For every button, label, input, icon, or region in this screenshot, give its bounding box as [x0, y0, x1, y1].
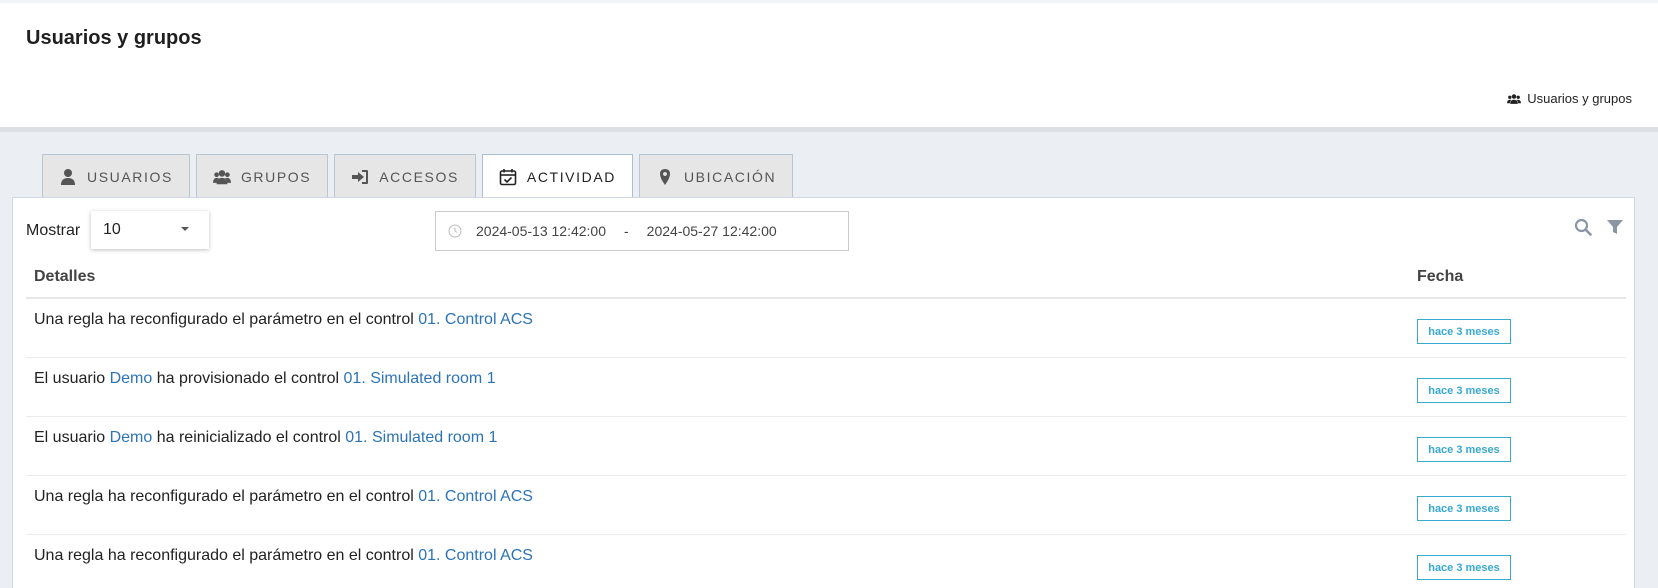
table-tools: [1574, 218, 1624, 236]
table-row: Una regla ha reconfigurado el parámetro …: [26, 535, 1626, 588]
detail-text: Una regla ha reconfigurado el parámetro …: [34, 311, 419, 328]
tab-label: GRUPOS: [240, 168, 312, 185]
tab-label: USUARIOS: [87, 168, 173, 185]
date-badge: hace 3 meses: [1417, 437, 1511, 462]
breadcrumb-label: Usuarios y grupos: [1527, 91, 1632, 106]
activity-panel: Mostrar 10 2024-05-13 12:42:00 - 2024-05…: [12, 197, 1635, 588]
detail-text: ha reinicializado el control: [152, 429, 346, 446]
date-badge: hace 3 meses: [1417, 555, 1511, 580]
tab-label: ACTIVIDAD: [526, 168, 616, 185]
search-icon[interactable]: [1574, 218, 1592, 236]
tab-label: UBICACIÓN: [683, 168, 777, 185]
page-size-select[interactable]: 10: [91, 211, 209, 249]
users-icon: [212, 169, 231, 184]
tab-grupos[interactable]: GRUPOS: [195, 154, 329, 198]
user-link[interactable]: Demo: [110, 429, 153, 446]
table-row: Una regla ha reconfigurado el parámetro …: [26, 299, 1626, 358]
user-icon: [61, 168, 75, 185]
tab-accesos[interactable]: ACCESOS: [334, 154, 476, 198]
row-details: Una regla ha reconfigurado el parámetro …: [34, 488, 533, 506]
tab-actividad[interactable]: ACTIVIDAD: [481, 154, 633, 199]
detail-text: Una regla ha reconfigurado el parámetro …: [34, 488, 419, 505]
row-details: Una regla ha reconfigurado el parámetro …: [34, 311, 533, 329]
date-badge: hace 3 meses: [1417, 378, 1511, 403]
tab-label: ACCESOS: [379, 168, 459, 185]
row-details: Una regla ha reconfigurado el parámetro …: [34, 547, 533, 565]
page-header: Usuarios y grupos Usuarios y grupos: [0, 0, 1658, 132]
control-link[interactable]: 01. Control ACS: [418, 488, 533, 505]
date-badge: hace 3 meses: [1417, 319, 1511, 344]
date-to: 2024-05-27 12:42:00: [646, 223, 777, 239]
detail-text: El usuario: [34, 370, 110, 387]
show-label: Mostrar: [26, 222, 81, 239]
page-size-value: 10: [103, 221, 121, 238]
row-details: El usuario Demo ha provisionado el contr…: [34, 370, 496, 388]
column-header-date[interactable]: Fecha: [1417, 268, 1463, 286]
page-title: Usuarios y grupos: [26, 27, 202, 49]
map-marker-icon: [659, 168, 670, 185]
breadcrumb[interactable]: Usuarios y grupos: [1507, 91, 1632, 106]
row-details: El usuario Demo ha reinicializado el con…: [34, 429, 497, 447]
table-body: Una regla ha reconfigurado el parámetro …: [26, 299, 1626, 588]
caret-down-icon: [181, 227, 189, 231]
user-link[interactable]: Demo: [110, 370, 153, 387]
calendar-check-icon: [499, 168, 517, 185]
date-from: 2024-05-13 12:42:00: [476, 223, 606, 239]
sign-in-icon: [352, 169, 369, 184]
control-link[interactable]: 01. Simulated room 1: [345, 429, 497, 446]
tab-ubicacion[interactable]: UBICACIÓN: [638, 154, 794, 198]
control-link[interactable]: 01. Control ACS: [418, 547, 533, 564]
table-header: Detalles Fecha: [26, 256, 1626, 299]
table-row: Una regla ha reconfigurado el parámetro …: [26, 476, 1626, 535]
filter-icon[interactable]: [1606, 218, 1624, 236]
detail-text: ha provisionado el control: [152, 370, 344, 387]
date-range-picker[interactable]: 2024-05-13 12:42:00 - 2024-05-27 12:42:0…: [435, 211, 849, 251]
control-link[interactable]: 01. Control ACS: [418, 311, 533, 328]
tab-usuarios[interactable]: USUARIOS: [42, 154, 190, 198]
detail-text: Una regla ha reconfigurado el parámetro …: [34, 547, 419, 564]
date-badge: hace 3 meses: [1417, 496, 1511, 521]
activity-table: Detalles Fecha Una regla ha reconfigurad…: [26, 256, 1626, 588]
date-separator: -: [624, 223, 629, 239]
detail-text: El usuario: [34, 429, 110, 446]
column-header-details[interactable]: Detalles: [34, 268, 95, 286]
users-icon: [1507, 93, 1522, 104]
table-row: El usuario Demo ha provisionado el contr…: [26, 358, 1626, 417]
table-row: El usuario Demo ha reinicializado el con…: [26, 417, 1626, 476]
control-link[interactable]: 01. Simulated room 1: [344, 370, 496, 387]
tab-bar: USUARIOS GRUPOS ACCESOS ACTIVIDAD UBICAC…: [42, 154, 794, 199]
clock-icon: [448, 224, 462, 238]
